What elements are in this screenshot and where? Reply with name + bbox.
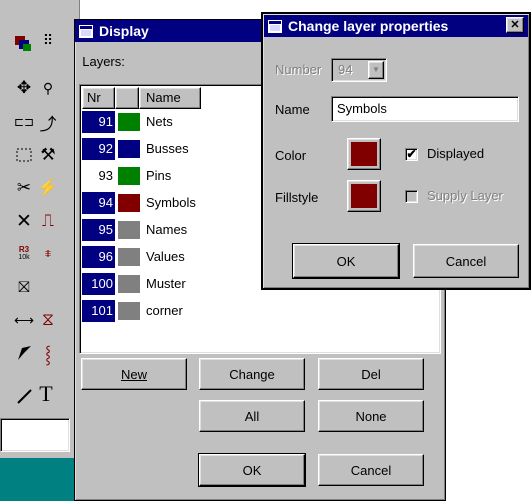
del-button-label: Del [361, 366, 381, 382]
add-icon[interactable]: ⎍ [38, 211, 58, 231]
all-button-label: All [244, 408, 260, 424]
color-swatch [351, 142, 377, 166]
display-title: Display [99, 23, 149, 39]
wire-icon[interactable] [14, 386, 34, 406]
supply-layer-checkbox [405, 190, 418, 203]
value-icon[interactable]: R3 10k [14, 244, 34, 264]
command-input[interactable] [0, 418, 70, 452]
props-ok-button[interactable]: OK [292, 243, 400, 279]
fillstyle-label: Fillstyle [275, 190, 319, 205]
all-button[interactable]: All [199, 400, 305, 432]
miter-icon[interactable] [14, 343, 34, 363]
grid-icon[interactable]: ⠿ [38, 30, 58, 50]
copy-icon[interactable]: ⊏⊐ [14, 112, 34, 132]
column-header-color[interactable] [115, 87, 139, 109]
change-button[interactable]: Change [199, 358, 305, 390]
layer-number: 101 [82, 300, 115, 322]
name-input[interactable]: Symbols [331, 96, 519, 122]
name-input-value: Symbols [337, 101, 387, 116]
window-icon [268, 19, 282, 33]
new-button[interactable]: New [81, 358, 187, 390]
layer-color-swatch [118, 113, 140, 131]
color-button[interactable] [347, 138, 381, 170]
pinswap-icon[interactable]: ⟷ [14, 310, 34, 330]
layer-color-swatch [118, 275, 140, 293]
layers-label: LLayers: [82, 54, 125, 69]
change-icon[interactable]: ⚒ [38, 145, 58, 165]
column-header-name[interactable]: Name [139, 87, 201, 109]
desktop-area [0, 458, 80, 501]
display-cancel-label: Cancel [350, 462, 392, 478]
display-ok-button[interactable]: OK [198, 453, 306, 487]
layer-number: 92 [82, 138, 115, 160]
layer-color-swatch [118, 167, 140, 185]
layer-properties-title: Change layer properties [288, 18, 449, 34]
none-button-label: None [355, 408, 387, 424]
layer-number: 95 [82, 219, 115, 241]
fillstyle-button[interactable] [347, 180, 381, 212]
layer-name: Muster [146, 276, 186, 291]
layer-number: 94 [82, 192, 115, 214]
number-label: Number [275, 62, 322, 77]
layer-color-swatch [118, 140, 140, 158]
layer-row[interactable]: 101 corner [82, 300, 438, 322]
layer-name: Symbols [146, 195, 196, 210]
smash-icon[interactable]: ⛝ [14, 277, 34, 297]
move-icon[interactable]: ✥ [14, 78, 34, 98]
mirror-icon[interactable]: ⚲ [38, 78, 58, 98]
none-button[interactable]: None [318, 400, 424, 432]
layer-name: Names [146, 222, 188, 237]
supply-layer-label: Supply Layer [427, 188, 503, 203]
number-select: 94 ▼ [331, 58, 387, 82]
name-label: Name [275, 102, 310, 117]
window-icon [79, 24, 93, 38]
delete-icon[interactable]: ✕ [14, 211, 34, 232]
number-value: 94 [338, 62, 353, 77]
layer-color-swatch [118, 194, 140, 212]
toolbar-panel: ⠿ ✥ ⚲ ⊏⊐ ⤴ ⚒ ✂ ⚡ ✕ ⎍ R3 10k ⩨ ⛝ ⟷ ⧖ ⸾ T [0, 0, 80, 501]
layer-name: Nets [146, 114, 173, 129]
layer-name: Pins [146, 168, 172, 183]
text-icon[interactable]: T [36, 381, 56, 406]
display-ok-label: OK [242, 462, 262, 478]
layer-number: 91 [82, 111, 115, 133]
layer-color-swatch [118, 248, 140, 266]
layer-name: Busses [146, 141, 189, 156]
layer-color-swatch [118, 302, 140, 320]
cut-icon[interactable]: ✂ [14, 178, 34, 198]
layer-properties-dialog: Change layer properties ✕ Number 94 ▼ Na… [261, 12, 531, 290]
name-icon[interactable]: ⩨ [38, 244, 58, 264]
layer-number: 93 [82, 165, 115, 187]
del-button[interactable]: Del [318, 358, 424, 390]
color-label: Color [275, 148, 307, 163]
layers-icon[interactable] [14, 34, 34, 54]
fillstyle-swatch [351, 184, 377, 208]
change-button-label: Change [229, 366, 275, 382]
paste-icon[interactable]: ⚡ [37, 178, 58, 198]
layer-properties-titlebar[interactable]: Change layer properties ✕ [264, 15, 528, 37]
chevron-down-icon: ▼ [368, 61, 384, 79]
split-icon[interactable]: ⧖ [38, 310, 58, 330]
layer-name: Values [146, 249, 185, 264]
close-icon[interactable]: ✕ [506, 17, 524, 33]
props-ok-label: OK [336, 253, 356, 269]
layer-number: 100 [82, 273, 115, 295]
layer-color-swatch [118, 221, 140, 239]
optimize-icon[interactable]: ⸾ [38, 343, 58, 364]
new-button-label: New [120, 366, 147, 382]
layer-name: corner [146, 303, 183, 318]
displayed-checkbox[interactable]: ✔ [405, 148, 418, 161]
group-icon[interactable] [14, 145, 34, 165]
display-cancel-button[interactable]: Cancel [318, 454, 424, 486]
layer-number: 96 [82, 246, 115, 268]
props-cancel-label: Cancel [445, 253, 487, 269]
props-cancel-button[interactable]: Cancel [413, 244, 519, 278]
rotate-icon[interactable]: ⤴ [38, 112, 58, 134]
displayed-label: Displayed [427, 146, 485, 161]
column-header-nr[interactable]: Nr [82, 87, 115, 109]
